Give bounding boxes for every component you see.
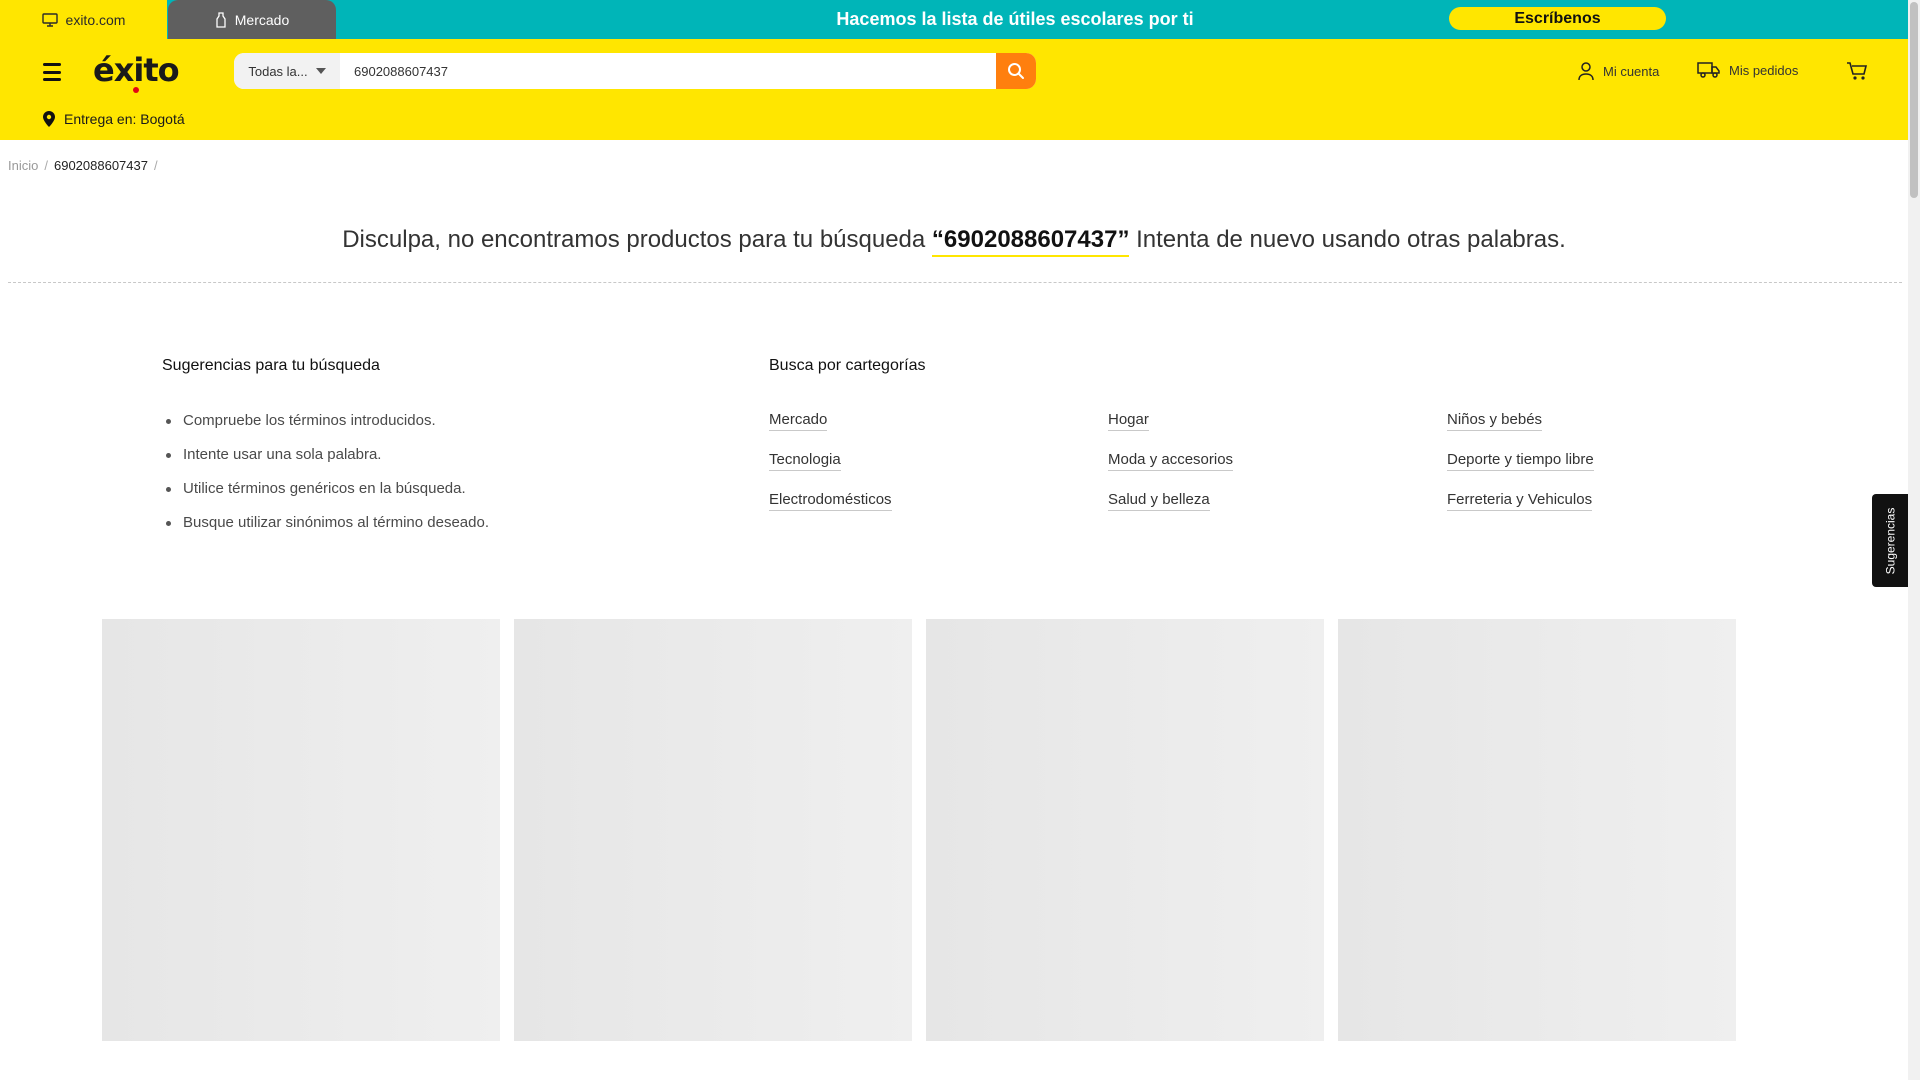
tab-mercado[interactable]: Mercado [168, 0, 336, 39]
delivery-location[interactable]: Entrega en: Bogotá [42, 110, 185, 128]
my-orders-link[interactable]: Mis pedidos [1697, 61, 1798, 79]
promo-button[interactable]: Escríbenos [1449, 7, 1666, 30]
search-icon [1008, 63, 1024, 79]
breadcrumb: Inicio / 6902088607437 / [8, 158, 158, 173]
category-link-ferreteria[interactable]: Ferreteria y Vehiculos [1447, 491, 1593, 511]
category-link-electrodomesticos[interactable]: Electrodomésticos [769, 491, 892, 511]
suggestions-title: Sugerencias para tu búsqueda [162, 357, 380, 374]
main-header: éxito Todas la... Mi cuenta Mis pedidos … [0, 39, 1908, 140]
scrollbar-thumb[interactable] [1910, 2, 1918, 198]
search-term: “6902088607437” [931, 226, 1130, 257]
bottle-icon [216, 11, 226, 28]
category-link-deporte[interactable]: Deporte y tiempo libre [1447, 451, 1594, 471]
no-results-message: Disculpa, no encontramos productos para … [0, 226, 1908, 257]
side-tab-label: Sugerencias [1883, 507, 1898, 574]
no-results-suffix: Intenta de nuevo usando otras palabras. [1136, 226, 1566, 253]
top-strip: exito.com Mercado Hacemos la lista de út… [0, 0, 1908, 39]
truck-icon [1697, 62, 1720, 78]
product-card-placeholder [1338, 619, 1736, 1041]
categories-title: Busca por cartegorías [769, 357, 926, 374]
category-link-hogar[interactable]: Hogar [1108, 411, 1149, 431]
promo-text: Hacemos la lista de útiles escolares por… [836, 9, 1194, 29]
suggestion-item: Busque utilizar sinónimos al término des… [162, 514, 489, 548]
suggestion-item: Utilice términos genéricos en la búsqued… [162, 480, 489, 514]
divider [8, 282, 1902, 283]
suggestion-item: Compruebe los términos introducidos. [162, 412, 489, 446]
category-select-value: Todas la... [248, 63, 308, 79]
my-orders-label: Mis pedidos [1729, 62, 1799, 78]
product-card-placeholder [102, 619, 500, 1041]
tab-exito[interactable]: exito.com [0, 0, 167, 39]
category-link-salud[interactable]: Salud y belleza [1108, 491, 1210, 511]
suggestions-list: Compruebe los términos introducidos. Int… [162, 412, 489, 548]
monitor-icon [41, 12, 58, 27]
chevron-down-icon [315, 68, 326, 74]
logo-text: éxito [93, 51, 180, 89]
my-account-link[interactable]: Mi cuenta [1577, 61, 1659, 81]
category-link-tecnologia[interactable]: Tecnologia [769, 451, 841, 471]
breadcrumb-home[interactable]: Inicio [8, 158, 38, 173]
category-select[interactable]: Todas la... [234, 53, 340, 89]
no-results-prefix: Disculpa, no encontramos productos para … [342, 226, 926, 253]
location-pin-icon [43, 111, 55, 127]
search-bar: Todas la... [234, 53, 1036, 89]
logo-red-dot [133, 87, 139, 93]
product-card-placeholder [926, 619, 1324, 1041]
my-account-label: Mi cuenta [1603, 63, 1660, 79]
page-scrollbar[interactable] [1908, 0, 1920, 1080]
delivery-label: Entrega en: Bogotá [64, 111, 185, 127]
suggestion-item: Intente usar una sola palabra. [162, 446, 489, 480]
cart-button[interactable] [1846, 61, 1868, 86]
product-card-placeholder [514, 619, 912, 1041]
breadcrumb-current[interactable]: 6902088607437 [54, 158, 148, 173]
category-link-moda[interactable]: Moda y accesorios [1108, 451, 1234, 471]
search-button[interactable] [996, 53, 1036, 89]
exito-logo[interactable]: éxito [93, 51, 180, 93]
search-input[interactable] [340, 53, 996, 89]
category-link-ninos[interactable]: Niños y bebés [1447, 411, 1543, 431]
user-icon [1578, 62, 1594, 81]
hamburger-menu-icon[interactable] [43, 63, 61, 81]
tab-mercado-label: Mercado [234, 11, 290, 28]
cart-icon [1847, 62, 1868, 80]
breadcrumb-separator: / [153, 158, 158, 173]
category-link-mercado[interactable]: Mercado [769, 411, 828, 431]
suggestions-side-tab[interactable]: Sugerencias [1872, 494, 1909, 587]
breadcrumb-separator: / [44, 158, 48, 173]
tab-exito-label: exito.com [65, 11, 126, 28]
